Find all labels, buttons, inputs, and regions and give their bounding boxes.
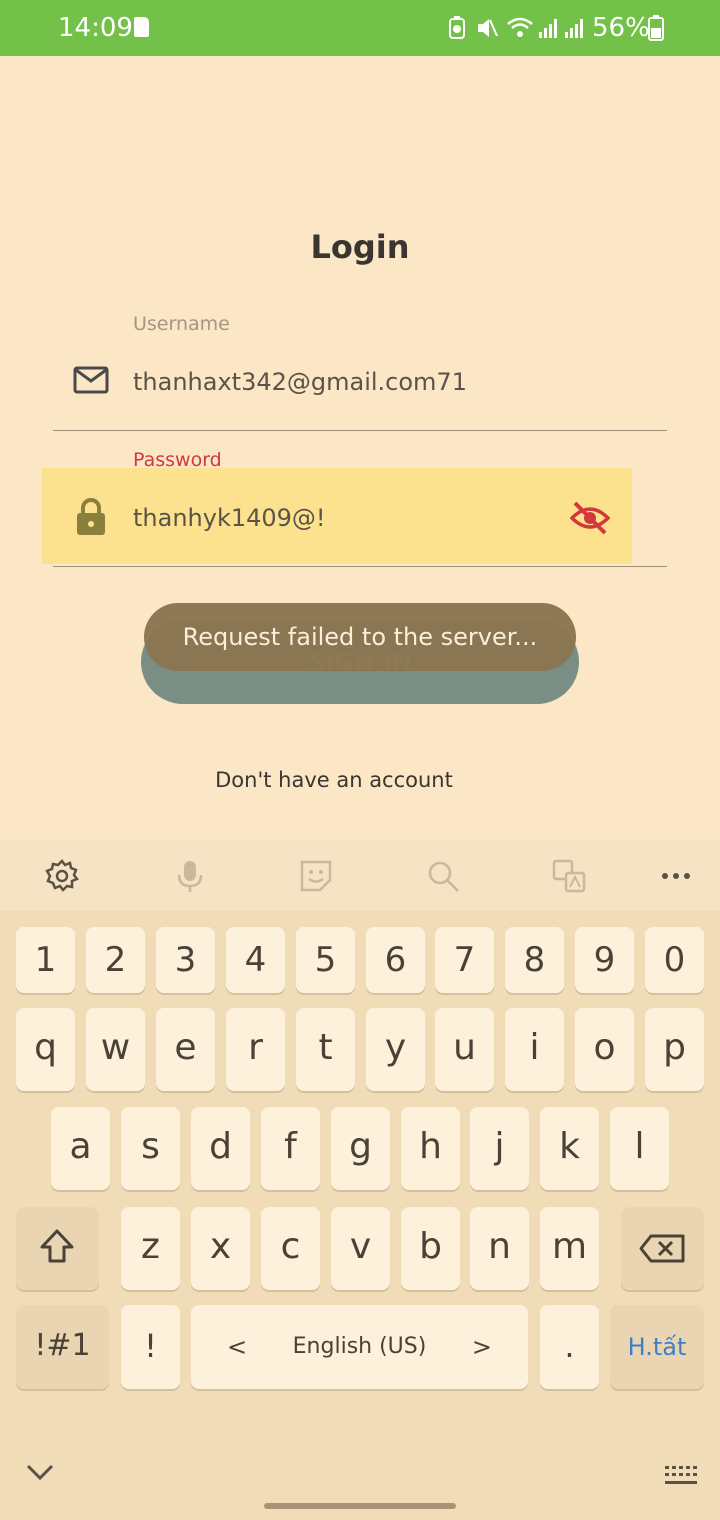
backspace-key[interactable] bbox=[621, 1207, 704, 1290]
done-key[interactable]: H.tất bbox=[610, 1305, 704, 1389]
signal-icon bbox=[565, 19, 583, 38]
space-key[interactable]: < English (US) > bbox=[191, 1305, 528, 1389]
key-u[interactable]: u bbox=[435, 1008, 494, 1091]
key-exclaim[interactable]: ! bbox=[121, 1305, 180, 1389]
keyboard-icon[interactable] bbox=[664, 1465, 698, 1487]
key-4[interactable]: 4 bbox=[226, 927, 285, 993]
status-bar: 14:09 56% bbox=[0, 0, 720, 56]
symbols-key[interactable]: !#1 bbox=[16, 1305, 109, 1389]
key-a[interactable]: a bbox=[51, 1107, 110, 1190]
key-x[interactable]: x bbox=[191, 1207, 250, 1290]
key-j[interactable]: j bbox=[470, 1107, 529, 1190]
key-3[interactable]: 3 bbox=[156, 927, 215, 993]
shift-icon bbox=[40, 1229, 74, 1263]
key-k[interactable]: k bbox=[540, 1107, 599, 1190]
keyboard-toolbar bbox=[0, 841, 720, 911]
key-q[interactable]: q bbox=[16, 1008, 75, 1091]
username-input[interactable]: thanhaxt342@gmail.com71 bbox=[133, 368, 467, 396]
register-link[interactable]: Don't have an account bbox=[0, 768, 668, 792]
page-title: Login bbox=[310, 228, 410, 266]
password-underline bbox=[53, 566, 667, 567]
status-time: 14:09 bbox=[58, 13, 133, 43]
key-l[interactable]: l bbox=[610, 1107, 669, 1190]
key-s[interactable]: s bbox=[121, 1107, 180, 1190]
key-7[interactable]: 7 bbox=[435, 927, 494, 993]
key-b[interactable]: b bbox=[401, 1207, 460, 1290]
key-6[interactable]: 6 bbox=[366, 927, 425, 993]
gesture-bar bbox=[264, 1503, 456, 1509]
error-toast: Request failed to the server... bbox=[144, 603, 576, 671]
key-v[interactable]: v bbox=[331, 1207, 390, 1290]
key-y[interactable]: y bbox=[366, 1008, 425, 1091]
key-2[interactable]: 2 bbox=[86, 927, 145, 993]
key-c[interactable]: c bbox=[261, 1207, 320, 1290]
settings-icon[interactable] bbox=[44, 858, 80, 894]
sd-card-icon bbox=[134, 17, 149, 37]
mic-icon[interactable] bbox=[172, 858, 208, 894]
translate-icon[interactable] bbox=[551, 858, 587, 894]
battery-level: 56% bbox=[592, 13, 650, 43]
key-m[interactable]: m bbox=[540, 1207, 599, 1290]
lock-icon bbox=[77, 498, 105, 535]
mail-icon bbox=[73, 366, 109, 394]
more-icon[interactable] bbox=[658, 858, 694, 894]
sticker-icon[interactable] bbox=[298, 858, 334, 894]
key-f[interactable]: f bbox=[261, 1107, 320, 1190]
key-1[interactable]: 1 bbox=[16, 927, 75, 993]
mute-icon bbox=[478, 19, 498, 37]
collapse-icon[interactable] bbox=[26, 1463, 54, 1481]
key-n[interactable]: n bbox=[470, 1207, 529, 1290]
key-8[interactable]: 8 bbox=[505, 927, 564, 993]
key-5[interactable]: 5 bbox=[296, 927, 355, 993]
battery-icon bbox=[648, 15, 664, 41]
key-t[interactable]: t bbox=[296, 1008, 355, 1091]
key-9[interactable]: 9 bbox=[575, 927, 634, 993]
key-0[interactable]: 0 bbox=[645, 927, 704, 993]
key-o[interactable]: o bbox=[575, 1008, 634, 1091]
lang-right-arrow: > bbox=[471, 1333, 492, 1361]
key-h[interactable]: h bbox=[401, 1107, 460, 1190]
signal-icon bbox=[539, 19, 557, 38]
key-e[interactable]: e bbox=[156, 1008, 215, 1091]
key-r[interactable]: r bbox=[226, 1008, 285, 1091]
key-i[interactable]: i bbox=[505, 1008, 564, 1091]
key-period[interactable]: . bbox=[540, 1305, 599, 1389]
backspace-icon bbox=[639, 1234, 685, 1263]
key-w[interactable]: w bbox=[86, 1008, 145, 1091]
key-g[interactable]: g bbox=[331, 1107, 390, 1190]
password-input[interactable]: thanhyk1409@! bbox=[133, 504, 326, 532]
eye-off-icon[interactable] bbox=[570, 500, 610, 536]
battery-saver-icon bbox=[449, 16, 465, 39]
shift-key[interactable] bbox=[16, 1207, 99, 1290]
wifi-icon bbox=[507, 17, 533, 37]
password-field[interactable] bbox=[42, 468, 632, 564]
soft-keyboard: 1 2 3 4 5 6 7 8 9 0 q w e r t y u i o p … bbox=[0, 841, 720, 1520]
key-p[interactable]: p bbox=[645, 1008, 704, 1091]
username-label: Username bbox=[133, 313, 230, 335]
key-d[interactable]: d bbox=[191, 1107, 250, 1190]
search-icon[interactable] bbox=[425, 858, 461, 894]
username-underline bbox=[53, 430, 667, 431]
key-z[interactable]: z bbox=[121, 1207, 180, 1290]
